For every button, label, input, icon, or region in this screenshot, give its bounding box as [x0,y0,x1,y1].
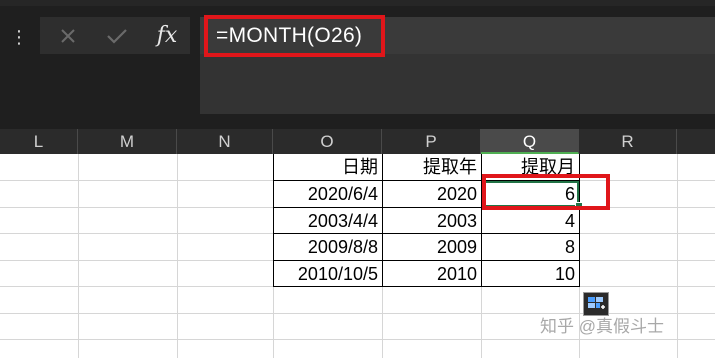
table-cell-month[interactable]: 4 [482,208,579,234]
table-cell-year[interactable]: 2009 [383,234,481,260]
formula-bar-menu-icon[interactable]: ⋮ [10,26,28,48]
close-icon[interactable] [48,17,88,54]
column-header-o[interactable]: O [273,129,382,154]
cell-highlight-box [482,174,610,210]
title-strip [0,0,715,6]
table-cell-year[interactable]: 2010 [383,261,481,287]
table-cell-month[interactable]: 10 [482,261,579,287]
column-header-row: L M N O P Q R [0,129,715,154]
formula-input-expanded[interactable] [200,54,715,114]
formula-bar-controls: fx [40,17,190,54]
column-header-p[interactable]: P [382,129,481,154]
table-cell-date[interactable]: 2003/4/4 [274,208,382,234]
table-cell-month[interactable]: 8 [482,234,579,260]
column-header-q[interactable]: Q [481,129,579,154]
table-cell-date[interactable]: 2010/10/5 [274,261,382,287]
gridline [177,154,178,358]
formula-highlight-box [204,15,385,57]
column-header-n[interactable]: N [177,129,273,154]
column-header-next[interactable] [677,129,715,154]
table-cell-date[interactable]: 2020/6/4 [274,181,382,207]
table-header-date[interactable]: 日期 [274,154,382,180]
column-header-m[interactable]: M [78,129,177,154]
column-header-l[interactable]: L [0,129,78,154]
watermark-text: 知乎 @真假斗士 [540,317,664,336]
table-cell-date[interactable]: 2009/8/8 [274,234,382,260]
table-cell-year[interactable]: 2020 [383,181,481,207]
gridline [78,154,79,358]
formula-bar-region: ⋮ fx =MONTH(O26) [0,0,715,129]
insert-function-button[interactable]: fx [147,17,187,54]
check-icon[interactable] [97,17,137,54]
table-cell-year[interactable]: 2003 [383,208,481,234]
table-header-year[interactable]: 提取年 [383,154,481,180]
column-header-r[interactable]: R [579,129,677,154]
gridline [677,154,678,358]
